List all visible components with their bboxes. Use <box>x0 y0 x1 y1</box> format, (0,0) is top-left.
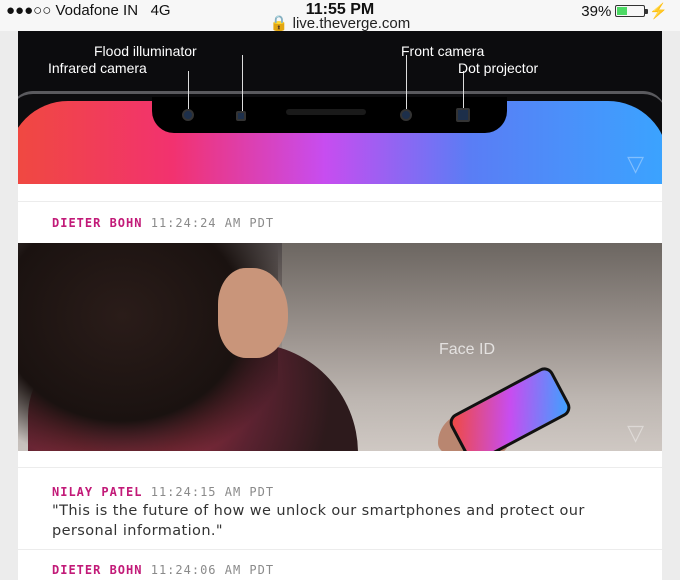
battery-fill <box>617 7 628 15</box>
status-bar: ●●●○○ Vodafone IN 4G 11:55 PM 🔒 live.the… <box>0 0 680 32</box>
live-blog-column: Flood illuminator Infrared camera Front … <box>18 31 662 580</box>
battery-percent: 39% <box>581 2 612 20</box>
dot-projector-label: Dot projector <box>458 60 539 76</box>
post-author[interactable]: DIETER BOHN <box>52 216 142 230</box>
charging-icon: ⚡ <box>649 3 668 20</box>
front-camera-label: Front camera <box>401 43 485 59</box>
divider <box>18 201 662 202</box>
post-meta: NILAY PATEL 11:24:15 AM PDT <box>52 485 274 499</box>
flood-callout-line <box>242 55 243 111</box>
battery-icon <box>615 5 649 17</box>
dot-projector-callout-line <box>463 71 464 108</box>
face-id-image: Face ID ▽ <box>18 243 662 451</box>
address-bar[interactable]: 🔒 live.theverge.com <box>0 14 680 32</box>
post-timestamp: 11:24:24 AM PDT <box>150 216 275 230</box>
dot-projector-sensor <box>456 108 470 122</box>
flood-illuminator-label: Flood illuminator <box>94 43 197 59</box>
address-url: live.theverge.com <box>292 15 411 32</box>
infrared-camera-label: Infrared camera <box>48 60 147 76</box>
phone-notch <box>152 97 507 133</box>
front-camera-callout-line <box>406 55 407 109</box>
person-face <box>218 268 288 358</box>
infrared-callout-line <box>188 71 189 109</box>
post-meta: DIETER BOHN 11:24:06 AM PDT <box>52 563 274 577</box>
post-author[interactable]: DIETER BOHN <box>52 563 142 577</box>
post-quote: "This is the future of how we unlock our… <box>52 503 585 539</box>
earpiece-speaker <box>286 109 366 115</box>
infrared-camera-sensor <box>182 109 194 121</box>
notch-diagram-image: Flood illuminator Infrared camera Front … <box>18 31 662 184</box>
front-camera-sensor <box>400 109 412 121</box>
divider <box>18 549 662 550</box>
battery-status: 39% ⚡ <box>581 2 668 21</box>
watermark-icon: ▽ <box>627 420 644 445</box>
post-timestamp: 11:24:06 AM PDT <box>150 563 275 577</box>
lock-icon: 🔒 <box>269 15 289 32</box>
face-id-caption: Face ID <box>439 341 496 358</box>
divider <box>18 467 662 468</box>
post-timestamp: 11:24:15 AM PDT <box>150 485 275 499</box>
post-meta: DIETER BOHN 11:24:24 AM PDT <box>52 216 274 230</box>
post-author[interactable]: NILAY PATEL <box>52 485 142 499</box>
flood-illuminator-sensor <box>236 111 246 121</box>
watermark-icon: ▽ <box>627 151 644 176</box>
